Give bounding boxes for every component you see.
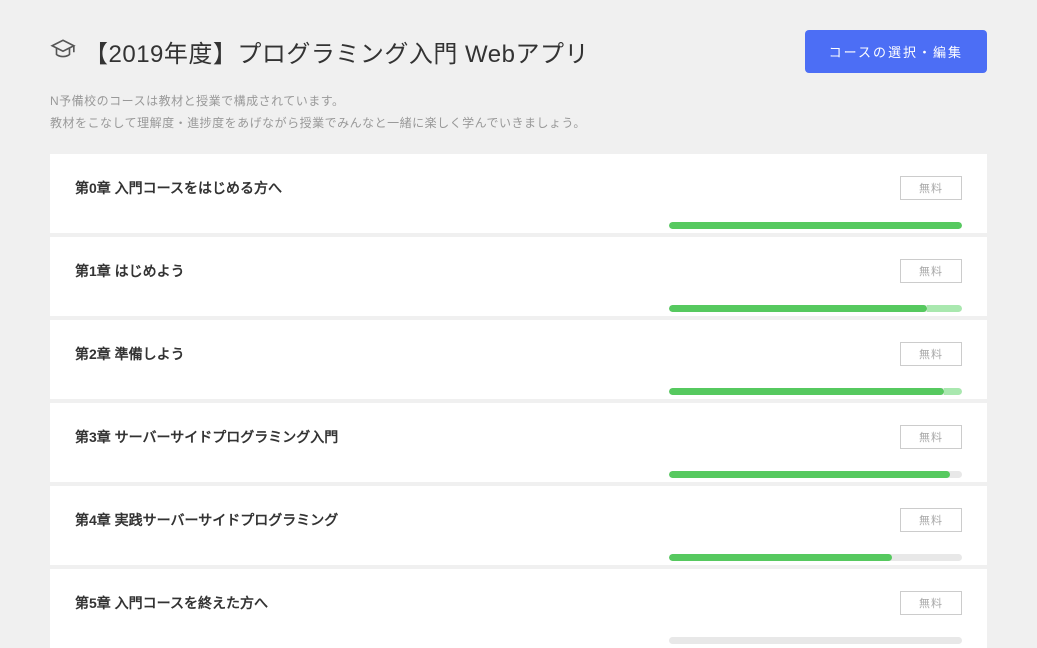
free-badge: 無料 xyxy=(900,342,962,366)
free-badge: 無料 xyxy=(900,508,962,532)
free-badge: 無料 xyxy=(900,176,962,200)
free-badge: 無料 xyxy=(900,591,962,615)
course-edit-button[interactable]: コースの選択・編集 xyxy=(805,30,987,73)
chapter-card[interactable]: 第4章 実践サーバーサイドプログラミング 無料 xyxy=(50,486,987,565)
chapter-title: 第1章 はじめよう xyxy=(75,261,185,281)
progress-bar xyxy=(669,554,962,561)
chapter-card[interactable]: 第5章 入門コースを終えた方へ 無料 xyxy=(50,569,987,648)
chapter-title: 第2章 準備しよう xyxy=(75,344,185,364)
chapter-title: 第0章 入門コースをはじめる方へ xyxy=(75,178,282,198)
progress-bar xyxy=(669,471,962,478)
course-description: N予備校のコースは教材と授業で構成されています。 教材をこなして理解度・進捗度を… xyxy=(50,91,987,134)
progress-bar xyxy=(669,637,962,644)
chapter-card[interactable]: 第1章 はじめよう 無料 xyxy=(50,237,987,316)
chapter-title: 第3章 サーバーサイドプログラミング入門 xyxy=(75,427,338,447)
progress-bar xyxy=(669,222,962,229)
progress-bar xyxy=(669,305,962,312)
description-line-2: 教材をこなして理解度・進捗度をあげながら授業でみんなと一緒に楽しく学んでいきまし… xyxy=(50,113,987,135)
chapter-card[interactable]: 第3章 サーバーサイドプログラミング入門 無料 xyxy=(50,403,987,482)
chapter-title: 第5章 入門コースを終えた方へ xyxy=(75,593,268,613)
description-line-1: N予備校のコースは教材と授業で構成されています。 xyxy=(50,91,987,113)
free-badge: 無料 xyxy=(900,425,962,449)
page-title: 【2019年度】プログラミング入門 Webアプリ xyxy=(84,34,589,69)
chapter-list: 第0章 入門コースをはじめる方へ無料第1章 はじめよう無料第2章 準備しよう無料… xyxy=(0,154,1037,648)
chapter-title: 第4章 実践サーバーサイドプログラミング xyxy=(75,510,338,530)
chapter-card[interactable]: 第0章 入門コースをはじめる方へ 無料 xyxy=(50,154,987,233)
graduation-cap-icon xyxy=(50,36,76,67)
free-badge: 無料 xyxy=(900,259,962,283)
chapter-card[interactable]: 第2章 準備しよう 無料 xyxy=(50,320,987,399)
progress-bar xyxy=(669,388,962,395)
